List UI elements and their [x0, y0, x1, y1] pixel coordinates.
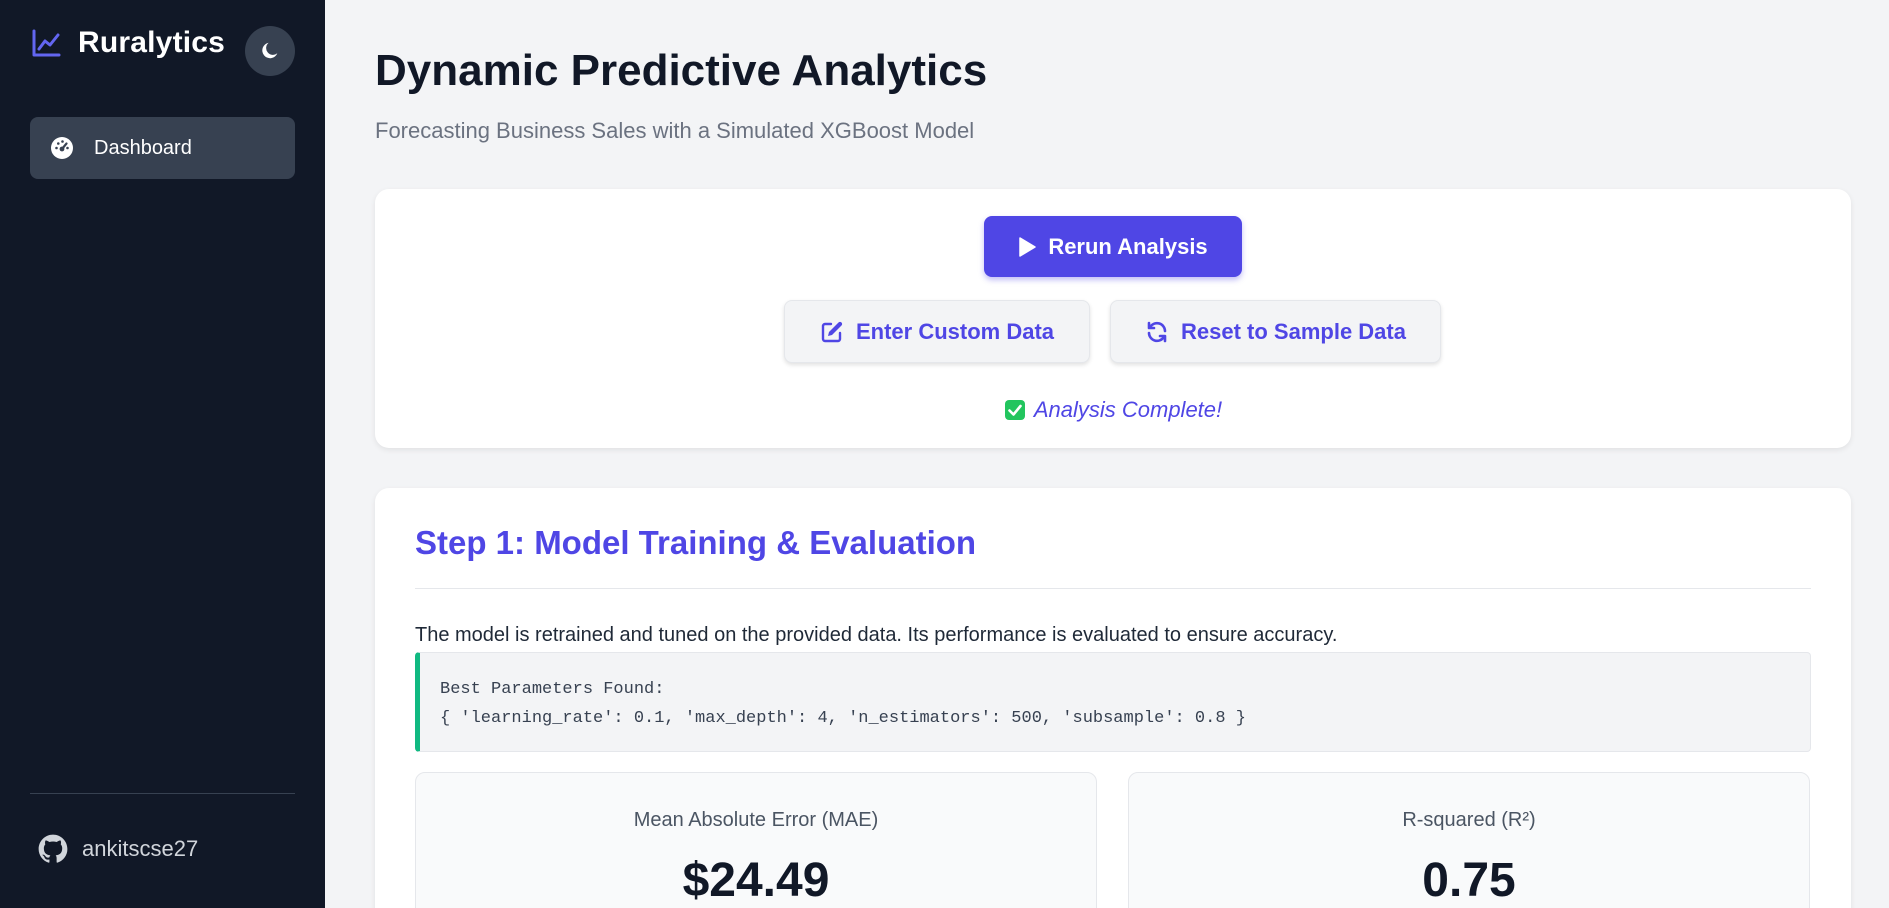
page-title: Dynamic Predictive Analytics	[375, 46, 988, 95]
actions-card: Rerun Analysis Enter Custom Data Reset t…	[375, 189, 1851, 448]
brand[interactable]: Ruralytics	[30, 26, 225, 60]
edit-icon	[821, 321, 843, 342]
metric-value: $24.49	[682, 854, 830, 907]
metric-card-mae: Mean Absolute Error (MAE) $24.49	[415, 772, 1097, 908]
enter-custom-data-label: Enter Custom Data	[855, 318, 1055, 344]
metric-card-r2: R-squared (R²) 0.75	[1128, 772, 1810, 908]
gauge-icon	[51, 137, 73, 159]
github-user-link[interactable]: ankitscse27	[38, 834, 198, 864]
metric-value: 0.75	[1422, 854, 1516, 907]
reset-sample-data-label: Reset to Sample Data	[1181, 318, 1406, 344]
step1-description: The model is retrained and tuned on the …	[415, 624, 1338, 646]
theme-toggle-button[interactable]	[245, 26, 295, 76]
step1-card: Step 1: Model Training & Evaluation The …	[375, 488, 1851, 908]
metric-label: Mean Absolute Error (MAE)	[633, 809, 879, 831]
step1-divider	[415, 588, 1811, 589]
sidebar: Ruralytics Dashboard ankitscse27	[0, 0, 325, 908]
refresh-icon	[1147, 321, 1167, 342]
page-subtitle: Forecasting Business Sales with a Simula…	[375, 118, 975, 143]
sidebar-item-label: Dashboard	[94, 136, 192, 159]
best-params-heading: Best Parameters Found:	[440, 680, 665, 699]
sidebar-divider	[30, 793, 295, 794]
best-params-values: { 'learning_rate': 0.1, 'max_depth': 4, …	[440, 709, 1246, 728]
sidebar-item-dashboard[interactable]: Dashboard	[30, 117, 295, 179]
analysis-status-text: Analysis Complete!	[1033, 397, 1223, 422]
rerun-analysis-label: Rerun Analysis	[1048, 233, 1208, 259]
brand-name: Ruralytics	[78, 26, 226, 59]
enter-custom-data-button[interactable]: Enter Custom Data	[784, 300, 1090, 363]
analysis-status: Analysis Complete!	[375, 397, 1851, 423]
github-username: ankitscse27	[82, 836, 199, 861]
moon-icon	[262, 42, 278, 59]
best-params-code-block: Best Parameters Found: { 'learning_rate'…	[415, 652, 1811, 752]
rerun-analysis-button[interactable]: Rerun Analysis	[984, 216, 1242, 277]
metric-label: R-squared (R²)	[1402, 809, 1536, 831]
line-chart-icon	[32, 29, 61, 57]
check-mark-icon	[1004, 400, 1025, 420]
reset-sample-data-button[interactable]: Reset to Sample Data	[1110, 300, 1441, 363]
play-icon	[1019, 236, 1037, 257]
step1-title: Step 1: Model Training & Evaluation	[415, 524, 977, 561]
github-icon	[38, 834, 68, 863]
